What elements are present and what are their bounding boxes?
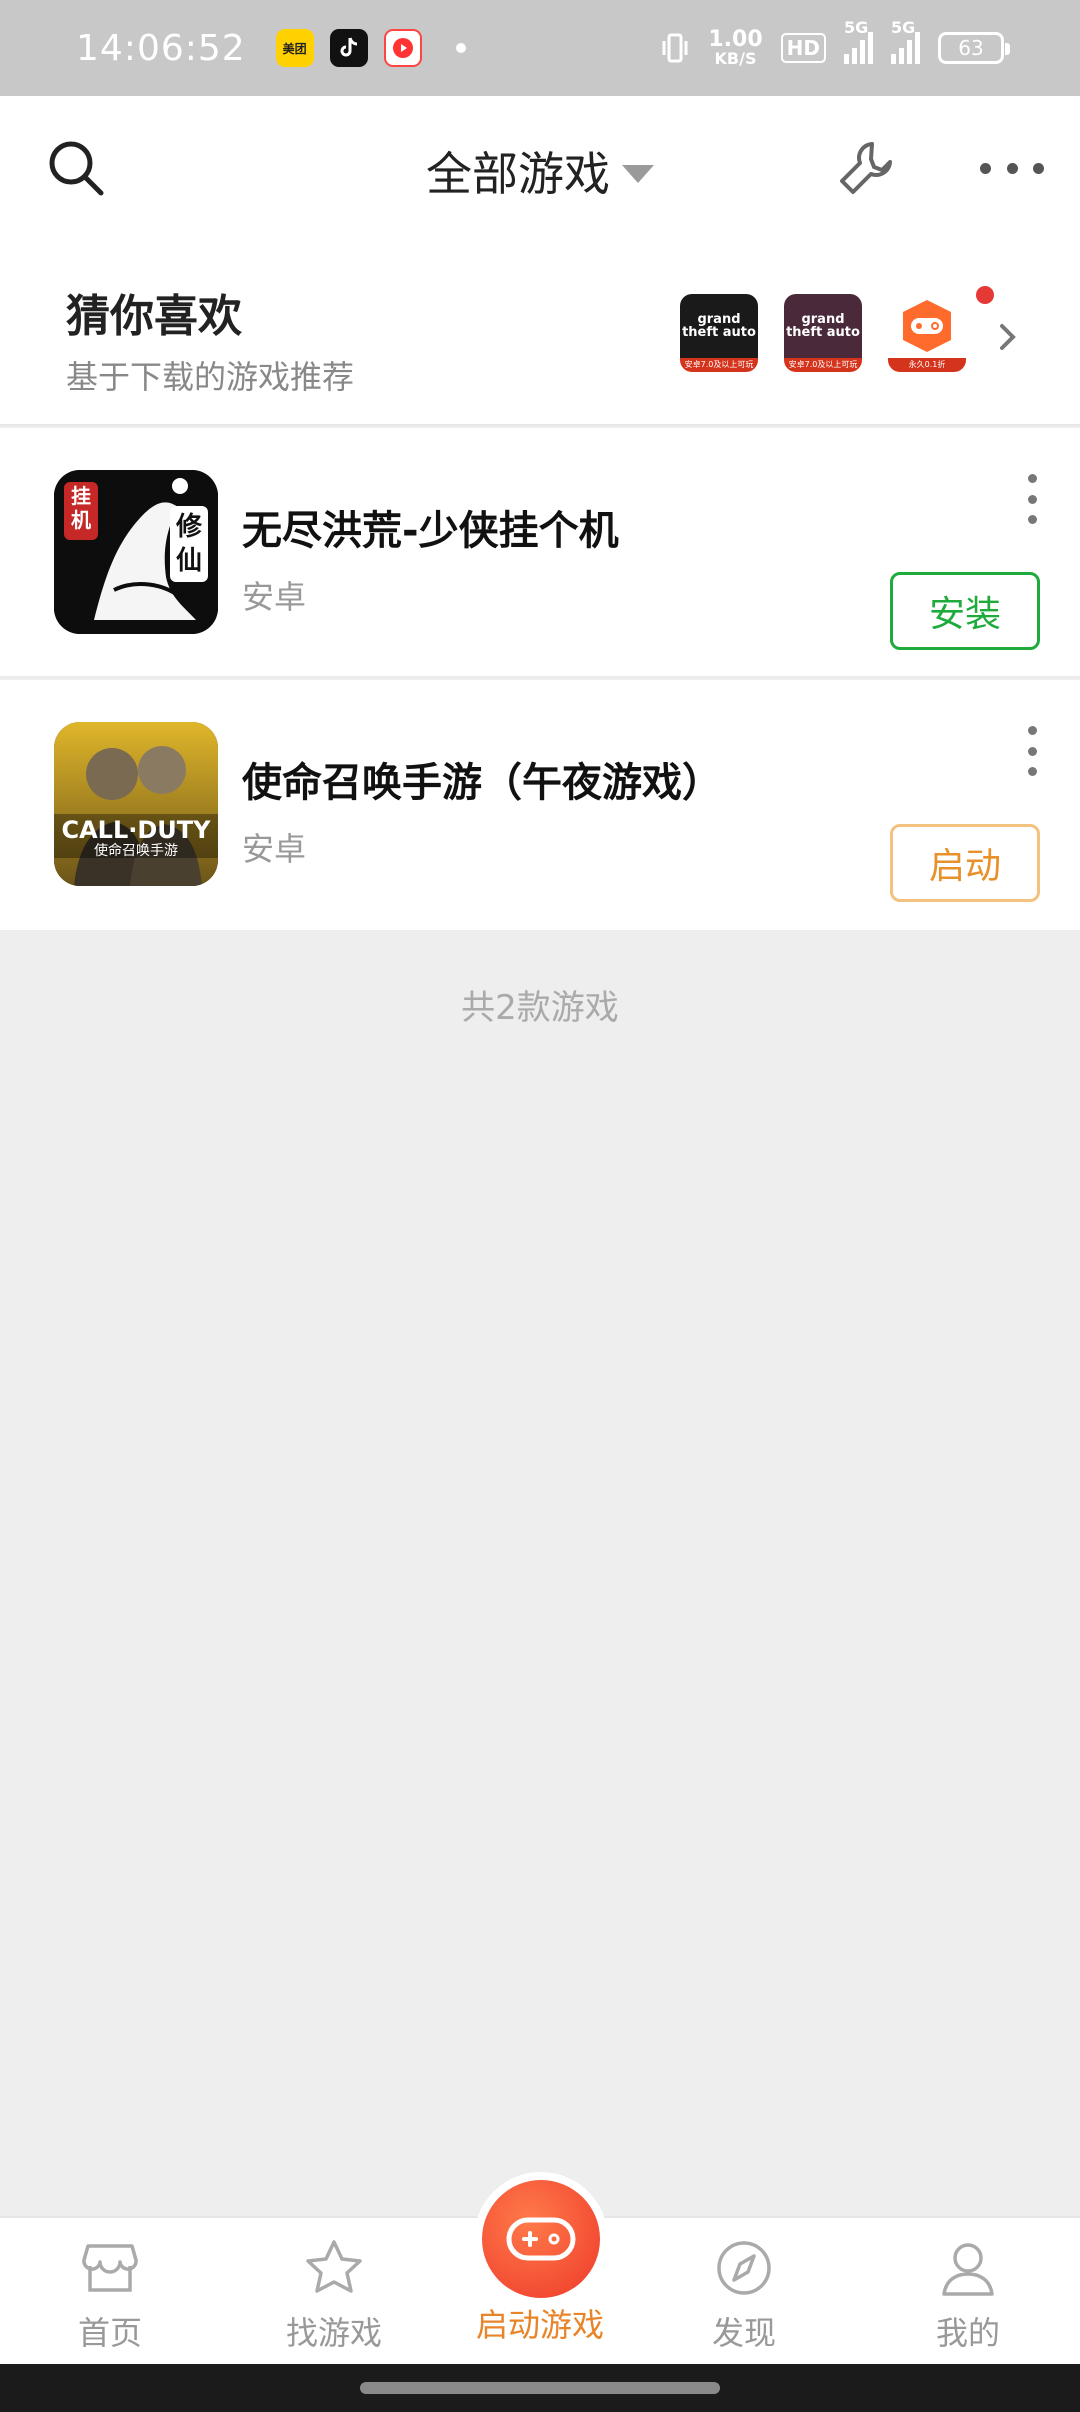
wrench-icon: [840, 142, 892, 194]
nav-discover[interactable]: 发现: [664, 2236, 824, 2356]
top-bar: 全部游戏: [0, 96, 1080, 240]
title-dropdown[interactable]: 全部游戏: [0, 138, 1080, 204]
more-vertical-icon: [1027, 726, 1037, 735]
game-row[interactable]: 挂机 修仙 无尽洪荒-少侠挂个机 安卓 安装: [0, 428, 1080, 678]
game-count: 共2款游戏: [461, 988, 619, 1028]
more-vertical-icon: [1027, 474, 1037, 483]
net-speed-value: 1.00: [708, 27, 763, 52]
game-more-button[interactable]: [1014, 474, 1050, 524]
page-title: 全部游戏: [426, 147, 610, 201]
tiktok-icon: [329, 29, 368, 67]
person-icon: [942, 2243, 994, 2296]
game-row[interactable]: CALL·DUTY 使命召唤手游 使命召唤手游（午夜游戏） 安卓 启动: [0, 680, 1080, 930]
status-time: 14:06:52: [76, 27, 246, 69]
net-speed-unit: KB/S: [714, 49, 757, 68]
meituan-icon: 美团: [275, 29, 314, 67]
install-button[interactable]: 安装: [890, 572, 1040, 650]
nav-label: 启动游戏: [475, 2306, 604, 2344]
more-button[interactable]: [980, 144, 1044, 192]
store-icon: [82, 2244, 138, 2292]
recommend-game-icon[interactable]: grand theft auto 安卓7.0及以上可玩: [680, 294, 758, 372]
nav-label: 发现: [711, 2314, 776, 2352]
gamepad-icon: [506, 2217, 576, 2261]
chevron-right-icon: [1000, 324, 1016, 350]
gamepad-icon: [903, 300, 951, 352]
status-right: 1.00 KB/S HD 5G 5G 63: [660, 0, 1010, 96]
nav-home[interactable]: 首页: [30, 2236, 190, 2356]
sim2-label: 5G: [891, 18, 916, 37]
game-icon-text-side: 修仙: [175, 512, 202, 576]
recommend-title: 猜你喜欢: [66, 291, 242, 342]
more-notifications-dot: [455, 43, 466, 53]
recommend-game-icon[interactable]: grand theft auto 安卓7.0及以上可玩: [784, 294, 862, 372]
game-icon: 挂机 修仙: [54, 470, 218, 634]
vibrate-icon: [662, 33, 688, 63]
bottom-nav: 首页 找游戏 启动游戏 发现 我的: [0, 2172, 1080, 2364]
nav-find-games[interactable]: 找游戏: [254, 2236, 414, 2356]
battery-icon: 63: [938, 32, 1010, 64]
launch-games-button[interactable]: [474, 2172, 608, 2306]
game-platform: 安卓: [242, 830, 307, 868]
game-platform: 安卓: [242, 578, 307, 616]
net-speed: 1.00 KB/S: [708, 29, 762, 67]
hd-badge: HD: [780, 33, 826, 63]
nav-label: 我的: [935, 2314, 1000, 2352]
notification-icons: 美团: [275, 29, 466, 67]
recommend-section[interactable]: 猜你喜欢 基于下载的游戏推荐 grand theft auto 安卓7.0及以上…: [0, 240, 1080, 426]
compass-icon: [717, 2241, 771, 2295]
tools-button[interactable]: [834, 136, 898, 200]
chevron-down-icon: [622, 165, 654, 183]
video-app-icon: [383, 29, 422, 67]
nav-label: 找游戏: [285, 2314, 382, 2352]
nav-mine[interactable]: 我的: [888, 2236, 1048, 2356]
battery-level: 63: [958, 36, 984, 60]
game-icon: CALL·DUTY 使命召唤手游: [54, 722, 218, 886]
game-name: 使命召唤手游（午夜游戏）: [242, 760, 722, 806]
status-bar: 14:06:52 美团 1.00 KB/S HD 5G 5G 63: [0, 0, 1080, 96]
game-icon-text-side: 使命召唤手游: [94, 843, 178, 859]
recommend-subtitle: 基于下载的游戏推荐: [66, 358, 355, 396]
recommend-icons: grand theft auto 安卓7.0及以上可玩 grand theft …: [680, 294, 966, 372]
nav-label: 首页: [77, 2314, 142, 2352]
more-icon: [980, 162, 991, 174]
launch-button[interactable]: 启动: [890, 824, 1040, 902]
game-icon-text-top: 挂机: [71, 484, 91, 532]
nav-launch-games[interactable]: 启动游戏: [460, 2300, 620, 2360]
new-badge-dot: [976, 286, 994, 304]
recommend-game-icon[interactable]: 永久0.1折: [888, 294, 966, 372]
star-icon: [306, 2240, 362, 2293]
sim2-signal: 5G: [891, 18, 920, 64]
game-name: 无尽洪荒-少侠挂个机: [242, 508, 619, 554]
sim1-label: 5G: [844, 18, 869, 37]
home-indicator[interactable]: [360, 2382, 720, 2394]
gesture-bar: [0, 2364, 1080, 2412]
game-icon-text-top: CALL·DUTY: [61, 816, 211, 844]
sim1-signal: 5G: [844, 18, 873, 64]
game-more-button[interactable]: [1014, 726, 1050, 776]
